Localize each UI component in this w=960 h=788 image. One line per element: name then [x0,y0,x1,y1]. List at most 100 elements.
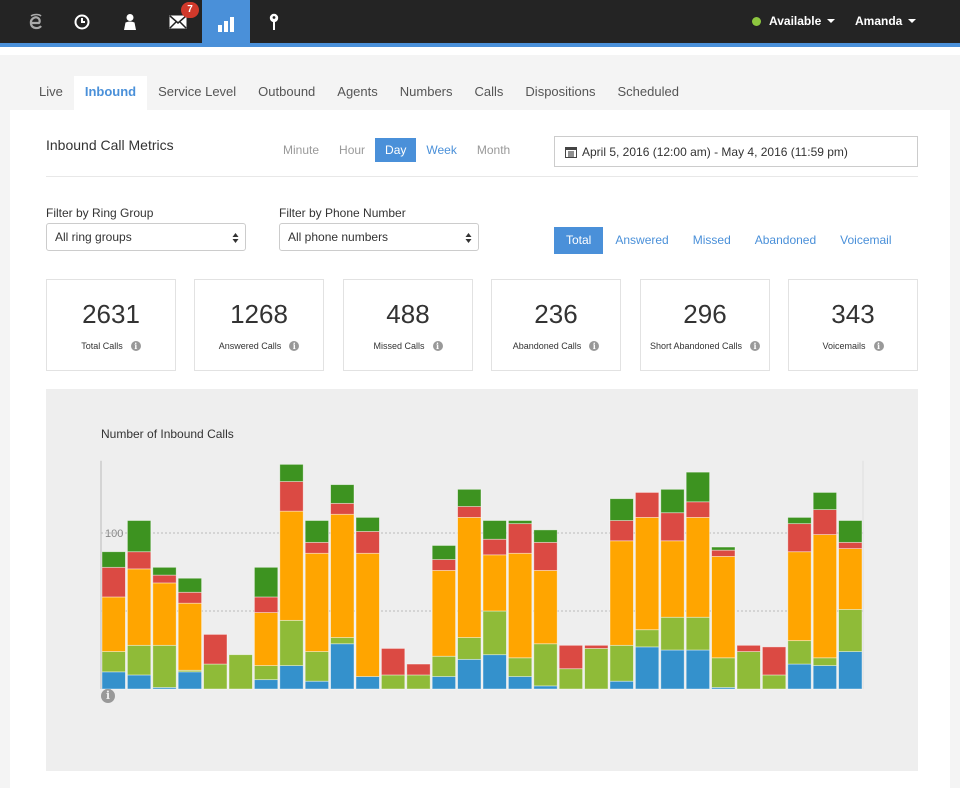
granularity-month[interactable]: Month [467,138,520,162]
engage-logo-icon[interactable] [12,0,60,43]
bar-segment-orange [330,513,355,638]
bar-segment-dark-green [685,471,711,503]
ring-group-select-value: All ring groups [55,230,132,244]
stat-value: 236 [534,299,578,329]
info-icon[interactable]: i [589,341,600,351]
bar-segment-blue [838,651,863,690]
tab-dispositions[interactable]: Dispositions [514,76,606,110]
nav-locations[interactable] [250,0,298,43]
stat-card-abandoned-calls: 236 Abandoned Calls i [491,279,621,371]
bar-segment-dark-green [838,520,863,543]
bar-segment-blue [685,649,711,690]
phone-number-select[interactable]: All phone numbers [279,223,479,251]
bar-segment-dark-green [279,463,304,482]
call-type-voicemail[interactable]: Voicemail [828,227,903,254]
bar-segment-light-green [533,643,558,687]
phone-number-filter-label: Filter by Phone Number [279,206,406,220]
nav-analytics[interactable] [202,0,250,47]
call-type-answered[interactable]: Answered [603,227,680,254]
analytics-tabs: Live Inbound Service Level Outbound Agen… [28,76,690,110]
bar-segment-dark-green [787,516,812,525]
bar-segment-red [711,549,736,557]
bar-segment-light-green [762,674,787,690]
chart-info-icon[interactable]: i [101,689,115,703]
info-icon[interactable]: i [873,341,884,351]
date-range-picker[interactable]: April 5, 2016 (12:00 am) - May 4, 2016 (… [554,136,918,167]
bar-segment-light-green [406,674,431,690]
bar-segment-orange [253,612,279,666]
stat-card-total-calls: 2631 Total Calls i [46,279,176,371]
page-title: Inbound Call Metrics [46,137,174,153]
tab-agents[interactable]: Agents [326,76,388,110]
stat-value: 343 [831,299,875,329]
bar-segment-orange [127,568,152,646]
nav-contacts[interactable] [106,0,154,43]
availability-dropdown[interactable]: Available [752,14,836,28]
bar-segment-red [406,663,431,676]
tab-outbound[interactable]: Outbound [247,76,326,110]
info-icon[interactable]: i [130,341,141,351]
bar-segment-light-green [685,616,711,651]
call-type-total[interactable]: Total [554,227,604,254]
bar-segment-light-green [609,644,634,682]
granularity-day[interactable]: Day [375,138,417,162]
tab-inbound[interactable]: Inbound [73,76,148,110]
call-type-selector: Total Answered Missed Abandoned Voicemai… [554,227,904,254]
user-menu-dropdown[interactable]: Amanda [855,14,917,28]
bar-segment-blue [177,671,202,690]
info-icon[interactable]: i [750,341,761,351]
bar-segment-dark-green [253,566,279,598]
bar-segment-orange [152,582,177,646]
bar-segment-light-green [152,644,177,688]
bar-segment-red [304,541,330,554]
bar-segment-orange [279,510,304,621]
bar-segment-orange [787,551,812,642]
ring-group-select[interactable]: All ring groups [46,223,246,251]
bar-segment-red [177,591,202,604]
bar-segment-light-green [380,674,406,690]
select-arrows-icon [232,233,239,243]
bar-segment-red [787,523,812,553]
granularity-selector: Minute Hour Day Week Month [273,138,520,162]
bar-segment-orange [533,570,558,645]
tab-live[interactable]: Live [28,76,74,110]
call-type-missed[interactable]: Missed [681,227,743,254]
granularity-minute[interactable]: Minute [273,138,329,162]
bar-segment-light-green [812,657,838,666]
info-icon[interactable]: i [289,341,300,351]
stat-label: Total Calls [81,341,123,351]
clock-icon [74,14,90,29]
granularity-week[interactable]: Week [416,138,466,162]
bar-segment-blue [330,643,355,690]
bar-segment-blue [253,679,279,690]
bar-segment-orange [177,602,202,671]
bar-segment-dark-green [482,520,507,540]
nav-messages[interactable]: 7 [154,0,202,43]
bar-segment-light-green [711,657,736,688]
stat-label: Answered Calls [218,341,282,351]
bar-segment-orange [482,554,507,612]
call-type-abandoned[interactable]: Abandoned [743,227,828,254]
bar-segment-dark-green [355,516,380,532]
nav-history[interactable] [58,0,106,43]
tab-scheduled[interactable]: Scheduled [607,76,690,110]
stat-label: Missed Calls [373,341,425,351]
bar-segment-red [152,574,177,584]
bar-segment-light-green [635,629,660,648]
tab-service-level[interactable]: Service Level [147,76,247,110]
stat-card-voicemails: 343 Voicemails i [788,279,918,371]
bar-segment-light-green [304,651,330,682]
info-icon[interactable]: i [432,341,443,351]
bar-segment-dark-green [812,492,838,511]
bar-segment-light-green [101,651,126,673]
bar-segment-red [812,509,838,535]
stat-card-short-abandoned-calls: 296 Short Abandoned Calls i [640,279,770,371]
status-label: Available [769,14,822,28]
bar-segment-orange [431,570,457,657]
bar-segment-red [762,646,787,676]
chart-canvas: 050100 [100,460,864,696]
tab-numbers[interactable]: Numbers [389,76,464,110]
bar-segment-light-green [279,619,304,667]
tab-calls[interactable]: Calls [464,76,515,110]
granularity-hour[interactable]: Hour [329,138,375,162]
